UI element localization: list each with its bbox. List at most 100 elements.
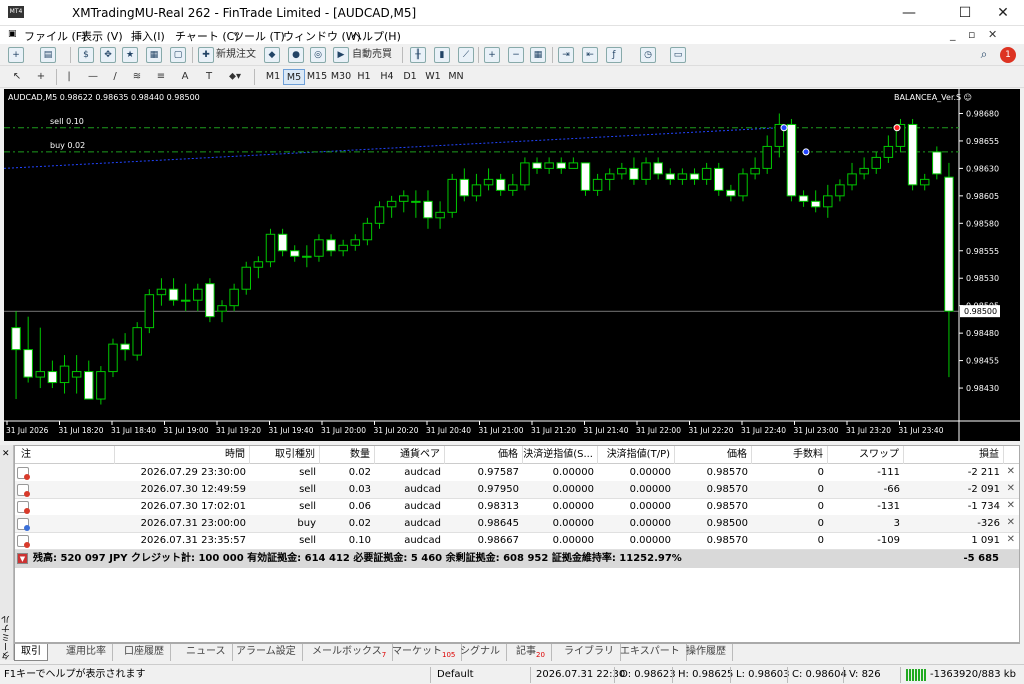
channel-icon[interactable]: ≋ [130,69,144,85]
close-order-icon[interactable]: ✕ [1007,517,1015,528]
timeframe-m15[interactable]: M15 [306,69,328,85]
col-current-price[interactable]: 価格 [675,446,752,464]
arrows-icon[interactable]: ⬥▾ [226,69,244,85]
close-order-icon[interactable]: ✕ [1007,500,1015,511]
new-chart-icon[interactable]: + [8,47,24,63]
table-row[interactable]: 2026.07.30 12:49:59 sell 0.03 audcad 0.97950… [15,481,1019,499]
horizontal-line-icon[interactable]: — [86,69,100,85]
menu-insert[interactable]: 挿入(I) [131,28,165,44]
candlestick-icon[interactable]: ▮ [434,47,450,63]
periods-icon[interactable]: ◷ [640,47,656,63]
child-close-icon[interactable]: ✕ [988,28,997,41]
chart-shift-icon[interactable]: ⇤ [582,47,598,63]
vertical-line-icon[interactable]: | [62,69,76,85]
timeframe-m1[interactable]: M1 [262,69,284,85]
menu-file[interactable]: ファイル (F) [24,28,86,44]
candle-body [193,288,203,301]
price-chart[interactable]: 0.98680 0.98655 0.98630 0.98605 0.98580 0.985… [4,89,1020,441]
timeframe-h4[interactable]: H4 [376,69,398,85]
tab-11[interactable]: 操作履歴 [680,644,733,661]
new-order-icon[interactable]: ✚ [198,47,214,63]
signals-icon[interactable]: ◎ [310,47,326,63]
child-minimize-icon[interactable]: _ [950,28,956,41]
text-label-icon[interactable]: T [202,69,216,85]
tab-2[interactable]: 口座履歴 [118,644,171,661]
text-icon[interactable]: A [178,69,192,85]
navigator-icon[interactable]: ★ [122,47,138,63]
col-time[interactable]: 時間 [115,446,250,464]
tab-0[interactable]: 取引 [14,644,48,661]
market-watch-icon[interactable]: $ [78,47,94,63]
table-header: 注 時間 取引種別 数量 通貨ペア 価格 決済逆指値(S... 決済指値(T/P… [15,446,1019,464]
indicators-icon[interactable]: ƒ [606,47,622,63]
timeframe-w1[interactable]: W1 [422,69,444,85]
child-restore-icon[interactable]: ▫ [968,28,975,41]
line-chart-icon[interactable]: ⟋ [458,47,474,63]
col-price[interactable]: 価格 [445,446,523,464]
table-row[interactable]: 2026.07.31 23:35:57 sell 0.10 audcad 0.98667… [15,532,1019,550]
community-icon[interactable]: ● [288,47,304,63]
bar-chart-icon[interactable]: ╫ [410,47,426,63]
zoom-in-icon[interactable]: + [484,47,500,63]
col-swap[interactable]: スワップ [828,446,904,464]
tile-windows-icon[interactable]: ▦ [530,47,546,63]
timeframe-d1[interactable]: D1 [399,69,421,85]
terminal-close-icon[interactable]: ✕ [2,449,10,459]
table-row[interactable]: 2026.07.30 17:02:01 sell 0.06 audcad 0.98313… [15,498,1019,516]
menu-view[interactable]: 表示 (V) [81,28,123,44]
doc-icon[interactable]: ▣ [8,29,17,39]
timeframe-m30[interactable]: M30 [330,69,352,85]
tab-7[interactable]: シグナル [454,644,507,661]
close-button[interactable]: ✕ [980,0,1024,26]
col-profit[interactable]: 損益 [904,446,1004,464]
auto-trading-icon[interactable]: ▶ [333,47,349,63]
metaeditor-icon[interactable]: ◆ [264,47,280,63]
close-order-icon[interactable]: ✕ [1007,466,1015,477]
terminal-icon[interactable]: ▦ [146,47,162,63]
tab-3[interactable]: ニュース [180,644,233,661]
new-order-button[interactable]: 新規注文 [216,47,256,63]
minimize-button[interactable]: — [886,0,932,26]
col-sl[interactable]: 決済逆指値(S... [523,446,598,464]
strategy-tester-icon[interactable]: ▢ [170,47,186,63]
tab-6[interactable]: マーケット105 [386,644,463,661]
tab-10[interactable]: エキスパート [614,644,687,661]
menu-help[interactable]: ヘルプ(H) [351,28,401,44]
autoscroll-icon[interactable]: ⇥ [558,47,574,63]
col-tp[interactable]: 決済指値(T/P) [598,446,675,464]
menu-window[interactable]: ウィンドウ (W) [283,28,361,44]
col-commission[interactable]: 手数料 [752,446,828,464]
cursor-icon[interactable]: ↖ [10,69,24,85]
close-order-icon[interactable]: ✕ [1007,534,1015,545]
notification-badge[interactable]: 1 [1000,47,1016,63]
table-row[interactable]: 2026.07.29 23:30:00 sell 0.02 audcad 0.97587… [15,464,1019,482]
table-row[interactable]: 2026.07.31 23:00:00 buy 0.02 audcad 0.98645 0… [15,515,1019,533]
tab-1[interactable]: 運用比率 [60,644,113,661]
col-symbol[interactable]: 通貨ペア [375,446,445,464]
timeframe-mn[interactable]: MN [445,69,467,85]
tab-8[interactable]: 記事20 [510,644,552,661]
timeframe-m5[interactable]: M5 [283,69,305,85]
templates-icon[interactable]: ▭ [670,47,686,63]
menu-tools[interactable]: ツール (T) [233,28,285,44]
chart-canvas[interactable]: 0.98680 0.98655 0.98630 0.98605 0.98580 0.985… [4,89,1020,441]
tab-9[interactable]: ライブラリ [558,644,621,661]
cell-tp: 0.00000 [629,518,671,529]
col-type[interactable]: 取引種別 [250,446,320,464]
auto-trading-button[interactable]: 自動売買 [350,47,394,63]
data-window-icon[interactable]: ✥ [100,47,116,63]
crosshair-icon[interactable]: + [34,69,48,85]
zoom-out-icon[interactable]: − [508,47,524,63]
close-order-icon[interactable]: ✕ [1007,483,1015,494]
fibonacci-icon[interactable]: ≡ [154,69,168,85]
tab-5[interactable]: メールボックス7 [306,644,394,661]
menu-chart[interactable]: チャート (C) [175,28,239,44]
col-volume[interactable]: 数量 [320,446,375,464]
timeframe-h1[interactable]: H1 [353,69,375,85]
col-order[interactable]: 注 [15,446,115,464]
tab-4[interactable]: アラーム設定 [230,644,303,661]
status-profile[interactable]: Default [437,668,474,682]
trendline-icon[interactable]: / [108,69,122,85]
search-icon[interactable]: ⌕ [976,47,992,63]
profiles-icon[interactable]: ▤ [40,47,56,63]
